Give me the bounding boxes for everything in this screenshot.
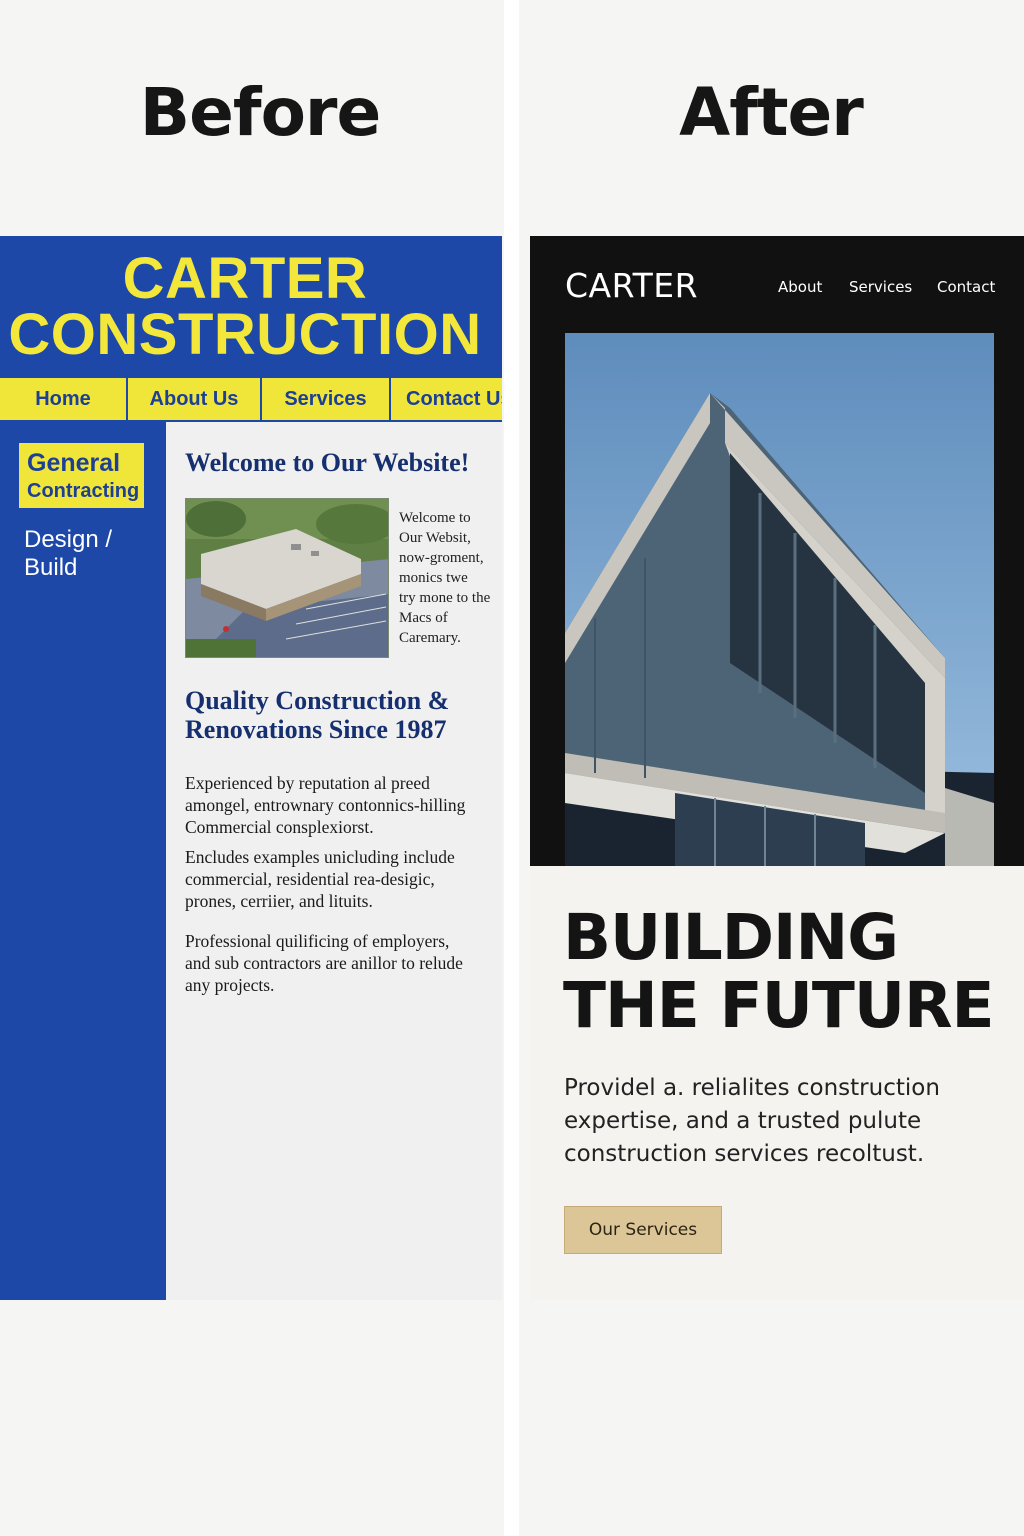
new-hero-image <box>565 333 994 866</box>
old-sidebar-box-line-2: Contracting <box>27 480 140 502</box>
old-sidebar-design-build[interactable]: Design / Build <box>24 526 154 582</box>
paragraph-line: any projects. <box>185 975 275 995</box>
old-nav-services[interactable]: Services <box>262 378 391 420</box>
new-nav-services[interactable]: Services <box>849 278 912 296</box>
old-sidebar-highlight[interactable]: General Contracting <box>17 441 146 510</box>
old-nav-home[interactable]: Home <box>0 378 128 420</box>
old-nav-bar: Home About Us Services Contact Us <box>0 376 502 422</box>
caption-line: now-groment, <box>399 550 484 566</box>
paragraph-line: amongel, entrownary contonnics-hilling <box>185 795 466 815</box>
after-heading: After <box>679 74 864 151</box>
old-logo-line-1[interactable]: CARTER <box>0 250 490 308</box>
caption-line: Macs of <box>399 610 448 626</box>
modern-building-image <box>565 333 994 866</box>
before-heading: Before <box>139 74 381 151</box>
body-line: Providel a. relialites construction <box>564 1075 940 1101</box>
old-section-title: Quality Construction & Renovations Since… <box>185 686 450 744</box>
headline-line: THE FUTURE <box>563 969 995 1042</box>
after-website: CARTER About Services Contact BUILDING T… <box>530 236 1024 1300</box>
old-logo-line-2[interactable]: CONSTRUCTION <box>0 306 490 364</box>
new-body-text: Providel a. relialites construction expe… <box>564 1072 1004 1171</box>
old-main-content: Welcome to Our Website! Welcome to Our W… <box>166 422 502 1300</box>
caption-line: monics twe <box>399 570 468 586</box>
paragraph-line: commercial, residential rea-desigic, <box>185 869 435 889</box>
paragraph-line: Encludes examples unicluding include <box>185 847 455 867</box>
paragraph-line: and sub contractors are anillor to relud… <box>185 953 463 973</box>
panel-divider <box>504 0 519 1536</box>
caption-line: try mone to the <box>399 590 491 606</box>
new-header-hero: CARTER About Services Contact <box>530 236 1024 866</box>
old-sidebar-box-line-1: General <box>27 449 121 477</box>
before-website: CARTER CONSTRUCTION Home About Us Servic… <box>0 236 502 1300</box>
aerial-building-image <box>186 499 388 657</box>
old-aerial-photo <box>185 498 389 658</box>
body-line: construction services recoltust. <box>564 1141 925 1167</box>
old-welcome-title: Welcome to Our Website! <box>185 448 470 477</box>
paragraph-line: Professional quilificing of employers, <box>185 931 450 951</box>
body-line: expertise, and a trusted pulute <box>564 1108 922 1134</box>
paragraph-line: Commercial consplexiorst. <box>185 817 374 837</box>
new-headline: BUILDING THE FUTURE <box>563 901 995 1042</box>
paragraph-line: prones, cerriier, and lituits. <box>185 891 373 911</box>
old-nav-contact[interactable]: Contact Us <box>391 378 502 420</box>
caption-line: Our Websit, <box>399 530 471 546</box>
old-nav-about[interactable]: About Us <box>128 378 262 420</box>
old-header: CARTER CONSTRUCTION <box>0 236 502 376</box>
new-nav-about[interactable]: About <box>778 278 822 296</box>
our-services-button[interactable]: Our Services <box>564 1206 722 1254</box>
new-logo[interactable]: CARTER <box>565 266 698 305</box>
old-sidebar: General Contracting Design / Build <box>0 422 166 1300</box>
caption-line: Welcome to <box>399 510 471 526</box>
headline-line: BUILDING <box>563 901 899 974</box>
old-photo-caption: Welcome to Our Websit, now-groment, moni… <box>399 508 499 648</box>
paragraph-line: Experienced by reputation al preed <box>185 773 430 793</box>
caption-line: Caremary. <box>399 630 461 646</box>
new-nav-contact[interactable]: Contact <box>937 278 995 296</box>
old-paragraph-3: Professional quilificing of employers, a… <box>185 930 501 996</box>
old-paragraph-2: Encludes examples unicluding include com… <box>185 846 501 912</box>
old-paragraph-1: Experienced by reputation al preed among… <box>185 772 501 838</box>
